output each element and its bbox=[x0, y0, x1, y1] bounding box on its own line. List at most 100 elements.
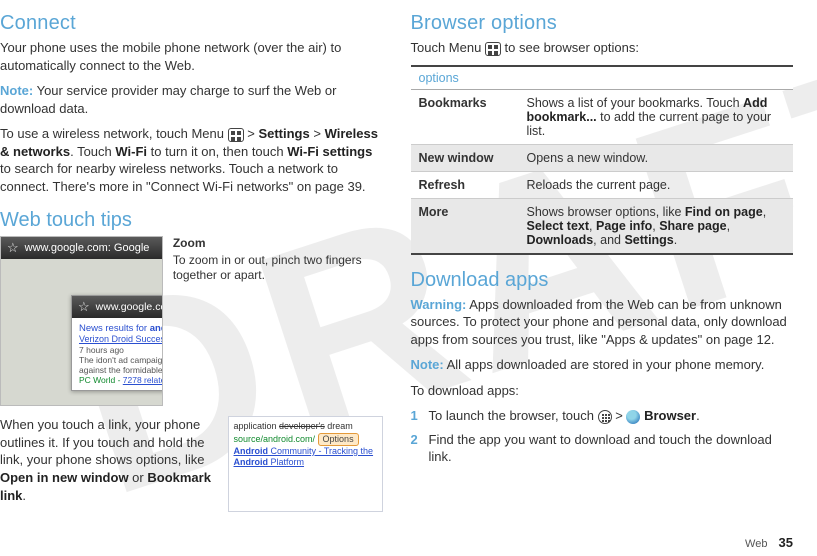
find-on-page-bold: Find on page bbox=[685, 205, 763, 219]
step-2: 2 Find the app you want to download and … bbox=[411, 431, 794, 466]
row-key: Bookmarks bbox=[411, 89, 519, 144]
warning-label: Warning: bbox=[411, 297, 467, 312]
s1-gt: > bbox=[612, 408, 627, 423]
wifi-gt2: > bbox=[310, 126, 325, 141]
outline-mid: or bbox=[129, 470, 148, 485]
table-row: New window Opens a new window. bbox=[411, 144, 794, 171]
snippet-source: source/android.com/ Options bbox=[234, 433, 377, 446]
warning-body: Apps downloaded from the Web can be from… bbox=[411, 297, 787, 347]
outline-tail: . bbox=[22, 488, 26, 503]
wifi-bold: Wi-Fi bbox=[115, 144, 147, 159]
step-number: 1 bbox=[411, 407, 418, 425]
related-articles-link[interactable]: 7278 related articles » bbox=[123, 375, 163, 385]
wifi-mid: to turn it on, then touch bbox=[147, 144, 287, 159]
row-key: Refresh bbox=[411, 171, 519, 198]
connect-paragraph: Your phone uses the mobile phone network… bbox=[0, 39, 383, 74]
news-link[interactable]: Verizon Droid Success Limited by Android… bbox=[79, 334, 163, 344]
step-1: 1 To launch the browser, touch > Browser… bbox=[411, 407, 794, 425]
web-tips-heading: Web touch tips bbox=[0, 209, 383, 232]
step-number: 2 bbox=[411, 431, 418, 449]
download-intro: To download apps: bbox=[411, 382, 794, 400]
table-row: More Shows browser options, like Find on… bbox=[411, 198, 794, 254]
s1-pre: To launch the browser, touch bbox=[429, 408, 598, 423]
snip-l1b: developer's bbox=[279, 421, 325, 431]
url-bar: ☆ www.google.com: Google bbox=[1, 237, 162, 259]
row-key: New window bbox=[411, 144, 519, 171]
row-key: More bbox=[411, 198, 519, 254]
snip-link-a[interactable]: Android bbox=[234, 446, 269, 456]
s1-tail: . bbox=[696, 408, 700, 423]
news-meta-desc: The idon't ad campaign pits the Android-… bbox=[79, 355, 163, 375]
more-pre: Shows browser options, like bbox=[527, 205, 685, 219]
zoom-body: To zoom in or out, pinch two fingers tog… bbox=[173, 253, 362, 282]
bp-post: to see browser options: bbox=[501, 40, 639, 55]
snip-link-b[interactable]: Android bbox=[234, 457, 269, 467]
news-kw: android bbox=[150, 323, 163, 334]
section-label: Web bbox=[745, 538, 767, 550]
wifi-touch: . Touch bbox=[70, 144, 115, 159]
popup-body: News results for android Verizon Droid S… bbox=[72, 318, 163, 390]
row-val: Opens a new window. bbox=[519, 144, 794, 171]
search-snippet: application developer's dream source/and… bbox=[228, 416, 383, 512]
popup-url-text: www.google.com: Google bbox=[96, 301, 163, 313]
phone-mock: ☆ www.google.com: Google ☆ www.google.co… bbox=[0, 236, 163, 406]
snip-l1c: dream bbox=[325, 421, 353, 431]
s2-body: Find the app you want to download and to… bbox=[429, 432, 772, 465]
zoom-heading: Zoom bbox=[173, 236, 383, 251]
outline-pre: When you touch a link, your phone outlin… bbox=[0, 417, 205, 467]
snip-l1a: application bbox=[234, 421, 280, 431]
zoom-illustration: ☆ www.google.com: Google ☆ www.google.co… bbox=[0, 236, 383, 406]
snip-src: source/android.com/ bbox=[234, 434, 318, 444]
bp-pre: Touch Menu bbox=[411, 40, 485, 55]
menu-icon bbox=[228, 128, 244, 142]
wifi-pre: To use a wireless network, touch Menu bbox=[0, 126, 228, 141]
mc5: , and bbox=[593, 233, 624, 247]
note-body: All apps downloaded are stored in your p… bbox=[444, 357, 765, 372]
zoom-caption: Zoom To zoom in or out, pinch two finger… bbox=[173, 236, 383, 406]
snip-link-mid[interactable]: Community - Tracking the bbox=[268, 446, 373, 456]
download-apps-heading: Download apps bbox=[411, 269, 794, 292]
row-val: Shows a list of your bookmarks. Touch Ad… bbox=[519, 89, 794, 144]
news-source: PC World - 7278 related articles » bbox=[79, 375, 163, 385]
outline-paragraph: When you touch a link, your phone outlin… bbox=[0, 416, 218, 504]
table-row: Refresh Reloads the current page. bbox=[411, 171, 794, 198]
more-tail: . bbox=[674, 233, 677, 247]
mc4: , bbox=[727, 219, 730, 233]
news-prefix: News results for bbox=[79, 323, 150, 334]
globe-icon bbox=[626, 410, 640, 424]
left-column: Connect Your phone uses the mobile phone… bbox=[0, 12, 383, 518]
page-info-bold: Page info bbox=[596, 219, 652, 233]
connect-note-body: Your service provider may charge to surf… bbox=[0, 83, 336, 116]
snip-link-c[interactable]: Platform bbox=[268, 457, 304, 467]
mc2: , bbox=[589, 219, 596, 233]
download-warning: Warning: Apps downloaded from the Web ca… bbox=[411, 296, 794, 349]
browser-bold: Browser bbox=[644, 408, 696, 423]
row-val: Shows browser options, like Find on page… bbox=[519, 198, 794, 254]
snippet-link[interactable]: Android Community - Tracking the Android… bbox=[234, 446, 377, 469]
star-icon: ☆ bbox=[7, 240, 19, 256]
settings-bold: Settings bbox=[624, 233, 673, 247]
page-columns: Connect Your phone uses the mobile phone… bbox=[0, 0, 817, 538]
download-note: Note: All apps downloaded are stored in … bbox=[411, 356, 794, 374]
note-label: Note: bbox=[411, 357, 444, 372]
wifi-settings-bold: Wi-Fi settings bbox=[287, 144, 372, 159]
options-button[interactable]: Options bbox=[318, 433, 359, 446]
note-label: Note: bbox=[0, 83, 33, 98]
launcher-icon bbox=[598, 410, 612, 424]
browser-options-intro: Touch Menu to see browser options: bbox=[411, 39, 794, 57]
news-src: PC World - bbox=[79, 375, 123, 385]
news-meta-time: 7 hours ago bbox=[79, 345, 163, 355]
connect-heading: Connect bbox=[0, 12, 383, 35]
wifi-tail: to search for nearby wireless networks. … bbox=[0, 161, 366, 194]
table-header: options bbox=[411, 66, 794, 90]
mc1: , bbox=[763, 205, 766, 219]
share-page-bold: Share page bbox=[659, 219, 726, 233]
connect-note: Note: Your service provider may charge t… bbox=[0, 82, 383, 117]
popup-url-bar: ☆ www.google.com: Google bbox=[72, 296, 163, 318]
download-steps: 1 To launch the browser, touch > Browser… bbox=[411, 407, 794, 466]
options-table: options Bookmarks Shows a list of your b… bbox=[411, 65, 794, 255]
downloads-bold: Downloads bbox=[527, 233, 594, 247]
outline-row: When you touch a link, your phone outlin… bbox=[0, 416, 383, 512]
news-popup: ☆ www.google.com: Google News results fo… bbox=[71, 295, 163, 391]
right-column: Browser options Touch Menu to see browse… bbox=[411, 12, 794, 518]
